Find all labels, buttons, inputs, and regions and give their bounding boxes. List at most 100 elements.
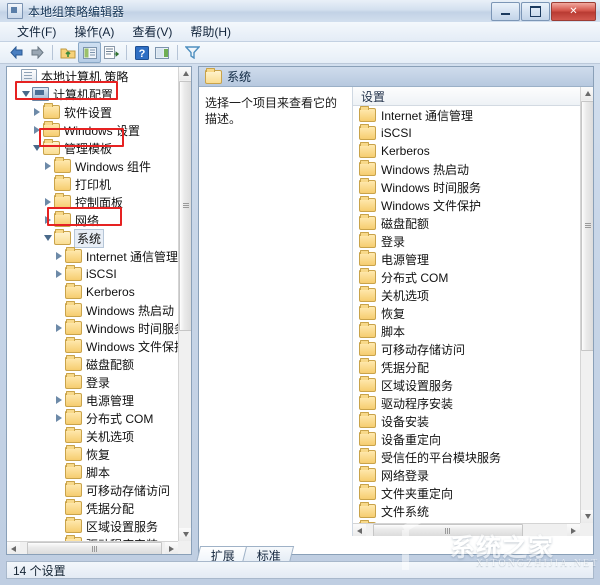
tree-item[interactable]: 凭据分配 (7, 499, 178, 517)
chevron-right-icon[interactable] (53, 319, 65, 337)
settings-list-item[interactable]: 设备安装 (353, 412, 580, 430)
settings-list-item[interactable]: Internet 通信管理 (353, 106, 580, 124)
tree-item[interactable]: 本地计算机 策略 (7, 67, 178, 85)
tree-item[interactable]: 计算机配置 (7, 85, 178, 103)
tree-item[interactable]: Windows 设置 (7, 121, 178, 139)
tree-item[interactable]: 软件设置 (7, 103, 178, 121)
close-button[interactable]: ✕ (551, 2, 596, 21)
tree-item[interactable]: 网络 (7, 211, 178, 229)
list-scroll-left-button[interactable] (353, 524, 366, 536)
menu-action[interactable]: 操作(A) (65, 21, 123, 42)
tree-item[interactable]: Windows 热启动 (7, 301, 178, 319)
filter-icon[interactable] (182, 43, 203, 62)
chevron-right-icon[interactable] (42, 193, 54, 211)
settings-list-item[interactable]: 分布式 COM (353, 268, 580, 286)
back-icon[interactable] (6, 43, 27, 62)
chevron-right-icon[interactable] (53, 265, 65, 283)
chevron-down-icon[interactable] (31, 139, 43, 157)
tree-item[interactable]: Windows 时间服务 (7, 319, 178, 337)
list-scroll-down-button[interactable] (581, 510, 593, 523)
tree-item[interactable]: 脚本 (7, 463, 178, 481)
tree-item[interactable]: 控制面板 (7, 193, 178, 211)
content-header: 系统 (199, 67, 593, 87)
tree-item[interactable]: 可移动存储访问 (7, 481, 178, 499)
title-bar[interactable]: 本地组策略编辑器 ✕ (0, 0, 600, 22)
settings-list-item[interactable]: iSCSI (353, 124, 580, 142)
tree-item[interactable]: Windows 文件保护 (7, 337, 178, 355)
settings-list-item[interactable]: 文件系统 (353, 502, 580, 520)
settings-list-item[interactable]: 磁盘配额 (353, 214, 580, 232)
settings-list-item[interactable]: 设备重定向 (353, 430, 580, 448)
settings-list-item[interactable]: 文件夹重定向 (353, 484, 580, 502)
tree-item[interactable]: 电源管理 (7, 391, 178, 409)
tree-item[interactable]: Internet 通信管理 (7, 247, 178, 265)
tree-item[interactable]: 打印机 (7, 175, 178, 193)
tree-scroll-left-button[interactable] (7, 542, 20, 554)
menu-help[interactable]: 帮助(H) (181, 21, 240, 42)
settings-list-item[interactable]: 脚本 (353, 322, 580, 340)
settings-list-item[interactable]: 区域设置服务 (353, 376, 580, 394)
chevron-right-icon[interactable] (31, 121, 43, 139)
list-scroll-up-button[interactable] (581, 87, 593, 100)
settings-list-item[interactable]: 网络登录 (353, 466, 580, 484)
settings-list-pane: 设置 Internet 通信管理 iSCSI Kerberos Windows 热启动… (353, 87, 593, 536)
settings-list-item[interactable]: 驱动程序安装 (353, 394, 580, 412)
settings-list-item[interactable]: Windows 文件保护 (353, 196, 580, 214)
tree-item[interactable]: 管理模板 (7, 139, 178, 157)
tree-item[interactable]: Windows 组件 (7, 157, 178, 175)
menu-bar: 文件(F) 操作(A) 查看(V) 帮助(H) (0, 22, 600, 42)
forward-icon[interactable] (27, 43, 48, 62)
tree-item[interactable]: 系统 (7, 228, 178, 248)
tree-item[interactable]: 登录 (7, 373, 178, 391)
settings-list-item[interactable]: 关机选项 (353, 286, 580, 304)
tree-scroll-up-button[interactable] (179, 67, 191, 80)
settings-list-item[interactable]: 恢复 (353, 304, 580, 322)
list-hscroll-thumb[interactable] (373, 524, 523, 536)
chevron-right-icon[interactable] (53, 391, 65, 409)
tree-item[interactable]: 区域设置服务 (7, 517, 178, 535)
tree-vertical-scrollbar[interactable] (178, 67, 191, 541)
chevron-right-icon[interactable] (42, 157, 54, 175)
settings-column-header[interactable]: 设置 (353, 87, 580, 106)
help-icon[interactable]: ? (131, 43, 152, 62)
settings-list-item[interactable]: Kerberos (353, 142, 580, 160)
tree-scroll-right-button[interactable] (165, 542, 178, 554)
settings-list-item[interactable]: 可移动存储访问 (353, 340, 580, 358)
settings-list-item[interactable]: 凭据分配 (353, 358, 580, 376)
settings-list-item[interactable]: Windows 热启动 (353, 160, 580, 178)
chevron-right-icon[interactable] (53, 409, 65, 427)
menu-view[interactable]: 查看(V) (123, 21, 181, 42)
show-hide-tree-icon[interactable] (78, 42, 101, 63)
tree-horizontal-scrollbar[interactable] (7, 541, 178, 554)
chevron-down-icon[interactable] (42, 229, 54, 247)
tree-item[interactable]: 磁盘配额 (7, 355, 178, 373)
minimize-button[interactable] (491, 2, 520, 21)
export-list-icon[interactable] (101, 43, 122, 62)
list-vertical-scrollbar[interactable] (580, 87, 593, 523)
settings-list-item[interactable]: 登录 (353, 232, 580, 250)
settings-list-item-label: Windows 热启动 (381, 162, 470, 177)
settings-list-item[interactable]: 受信任的平台模块服务 (353, 448, 580, 466)
tree-scroll-down-button[interactable] (179, 528, 191, 541)
maximize-button[interactable] (521, 2, 550, 21)
chevron-right-icon[interactable] (31, 103, 43, 121)
chevron-down-icon[interactable] (20, 85, 32, 103)
tree-item[interactable]: 关机选项 (7, 427, 178, 445)
new-window-icon[interactable] (152, 43, 173, 62)
chevron-right-icon[interactable] (42, 211, 54, 229)
settings-list-item[interactable]: 电源管理 (353, 250, 580, 268)
chevron-right-icon[interactable] (53, 247, 65, 265)
tree-hscroll-thumb[interactable] (27, 542, 162, 554)
tree-item[interactable]: Kerberos (7, 283, 178, 301)
list-horizontal-scrollbar[interactable] (353, 523, 580, 536)
list-scroll-thumb[interactable] (581, 101, 593, 351)
list-scroll-right-button[interactable] (567, 524, 580, 536)
tree-item[interactable]: 分布式 COM (7, 409, 178, 427)
tree-item[interactable]: iSCSI (7, 265, 178, 283)
settings-list-item[interactable]: Windows 时间服务 (353, 178, 580, 196)
tree-scroll-thumb[interactable] (179, 81, 191, 331)
tree-item[interactable]: 恢复 (7, 445, 178, 463)
up-folder-icon[interactable] (57, 43, 78, 62)
menu-file[interactable]: 文件(F) (8, 21, 65, 42)
tree-item-label: Windows 文件保护 (86, 339, 178, 354)
